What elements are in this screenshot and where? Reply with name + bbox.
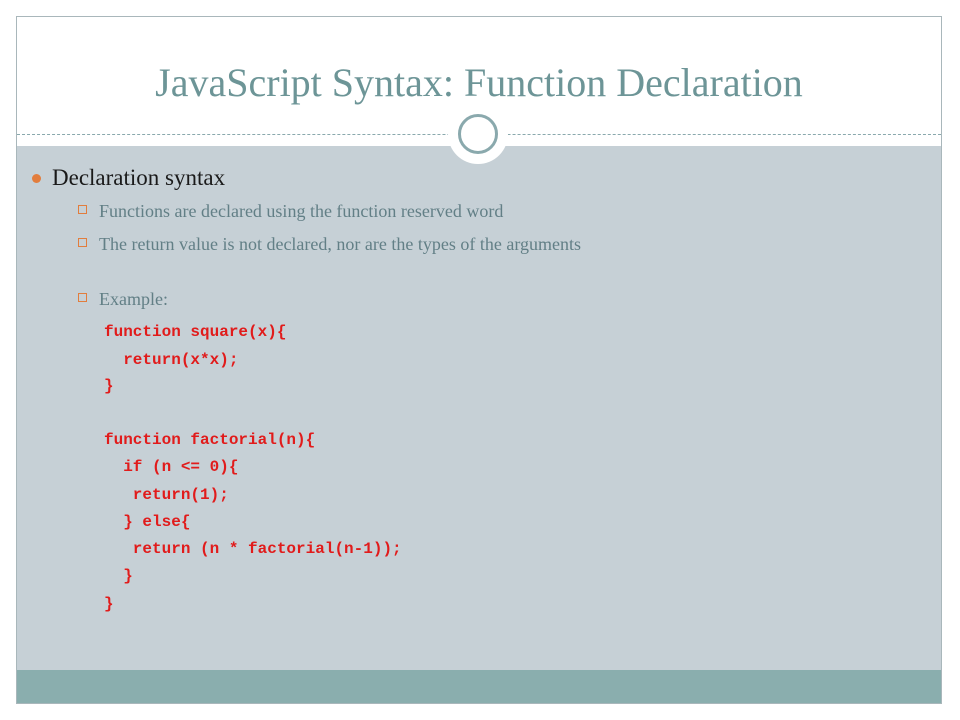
bullet-declaration-syntax: Declaration syntax xyxy=(32,165,226,191)
sub-bullet-1: Functions are declared using the functio… xyxy=(78,201,504,222)
footer-band xyxy=(17,670,941,703)
code-line: return(1); xyxy=(104,486,229,504)
square-bullet-icon xyxy=(78,205,87,214)
sub-bullet-text: Functions are declared using the functio… xyxy=(99,201,504,221)
ring-icon xyxy=(458,114,498,154)
sub-bullet-3: Example: xyxy=(78,289,168,310)
sub-bullet-text: The return value is not declared, nor ar… xyxy=(99,234,581,254)
code-line: } xyxy=(104,595,114,613)
slide-title: JavaScript Syntax: Function Declaration xyxy=(155,60,803,105)
content-area xyxy=(17,146,941,670)
bullet-dot-icon xyxy=(32,174,41,183)
code-line: return(x*x); xyxy=(104,351,239,369)
square-bullet-icon xyxy=(78,293,87,302)
square-bullet-icon xyxy=(78,238,87,247)
code-line: } else{ xyxy=(104,513,191,531)
code-line: return (n * factorial(n-1)); xyxy=(104,540,402,558)
circle-emblem-icon xyxy=(448,104,508,164)
code-line: function square(x){ xyxy=(104,323,287,341)
code-line: if (n <= 0){ xyxy=(104,458,239,476)
code-line: } xyxy=(104,567,133,585)
bullet-text: Declaration syntax xyxy=(52,165,226,190)
sub-bullet-text: Example: xyxy=(99,289,168,309)
code-line: } xyxy=(104,377,114,395)
sub-bullet-2: The return value is not declared, nor ar… xyxy=(78,234,581,255)
code-line: function factorial(n){ xyxy=(104,431,316,449)
